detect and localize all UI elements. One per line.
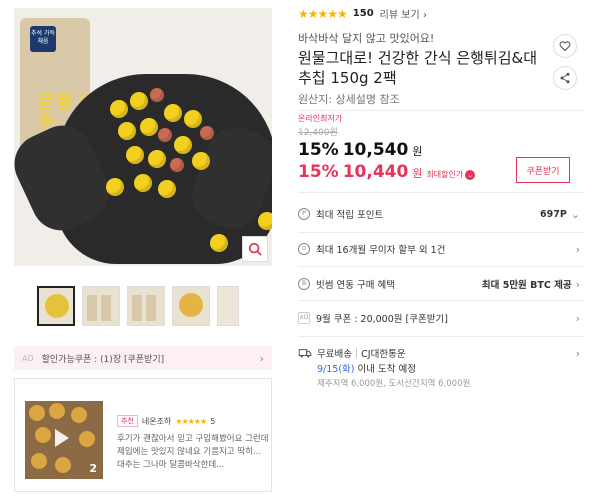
points-row[interactable]: P 최대 적립 포인트 697P ⌄ [298,202,580,226]
chevron-right-icon: › [575,242,580,256]
ginkgo-nut [126,146,144,164]
ginkgo-nut [148,150,166,168]
info-value: 최대 5만원 BTC 제공 [481,280,572,291]
share-icon [560,72,570,84]
divider [298,266,584,267]
ginkgo-nut [174,136,192,154]
rating-stars-icon: ★★★★★ [298,6,348,21]
divider [298,192,584,193]
delivery-date: 9/15(화) 이내 도착 예정 [317,364,417,375]
info-label: 9월 쿠폰 : 20,000원 [쿠폰받기] [316,314,448,325]
jujube-chip [170,158,184,172]
thumbnail-3[interactable] [127,286,165,326]
review-count: 150 [352,8,374,19]
jujube-chip [158,128,172,142]
ginkgo-nut [210,234,228,252]
chevron-right-icon: › [575,346,580,360]
review-link[interactable]: 리뷰 보기 › [380,6,427,21]
thumbnail-strip [37,286,239,326]
thumbnail-5[interactable] [217,286,239,326]
origin-info: 원산지: 상세설명 참조 [298,93,400,106]
review-meta: 추천 네온조하 ★★★★★ 5 [117,415,215,427]
media-count: 2 [89,462,97,475]
card-icon: ⊙ [298,243,310,255]
ad-tag: AD [22,353,34,363]
ginkgo-nut [134,174,152,192]
shipping-row: 무료배송 | CJ대한통운 › [298,345,580,361]
lowest-price-tag: 온라인최저가 [298,114,343,123]
divider [298,232,584,233]
recommend-badge: 추천 [117,415,138,427]
ginkgo-nut [184,110,202,128]
discount-price: 10,540 [342,140,409,160]
wishlist-button[interactable] [553,34,577,58]
original-price: 12,400원 [298,128,338,138]
product-title: 원물그대로! 건강한 간식 은행튀김&대추칩 150g 2팩 [298,49,538,87]
bithumb-row[interactable]: B 빗썸 연동 구매 혜택 최대 5만원 BTC 제공 › [298,272,580,296]
info-label: 최대 16개월 무이자 할부 외 1건 [316,245,446,256]
ginkgo-nut [140,118,158,136]
product-subtitle: 바삭바삭 달지 않고 맛있어요! [298,32,435,45]
share-button[interactable] [553,66,577,90]
zoom-button[interactable] [242,236,268,262]
review-video-thumbnail[interactable]: 2 [25,401,103,479]
thumbnail-4[interactable] [172,286,210,326]
shipping-type: 무료배송 [317,349,352,360]
shipping-info[interactable]: 무료배송 | CJ대한통운 › 9/15(화) 이내 도착 예정 제주지역 6,… [298,345,580,389]
chevron-down-icon: ⌄ [465,169,476,180]
bag-label: 추석 가득채움 [30,26,56,52]
chevron-right-icon: › [575,277,580,291]
shipping-carrier: CJ대한통운 [361,349,406,360]
chevron-right-icon: › [259,351,264,365]
max-discount-percent: 15% [298,162,339,182]
coupon-ad-bar[interactable]: AD 할인가능쿠폰 : (1)장 [쿠폰받기] › [14,346,272,370]
thumbnail-2[interactable] [82,286,120,326]
main-product-image[interactable]: 추석 가득채움 은행 대추 [14,8,272,266]
info-label: 빗썸 연동 구매 혜택 [316,280,395,291]
heart-icon [559,41,571,52]
ginkgo-nut [106,178,124,196]
chevron-right-icon: › [575,311,580,325]
play-icon [55,429,69,447]
max-discount-price-row: 15% 10,440 원 최대할인가 ⌄ [298,162,476,182]
divider [298,110,584,111]
coupon-ad-text: 할인가능쿠폰 : (1)장 [쿠폰받기] [41,354,165,365]
discount-percent: 15% [298,140,339,160]
discount-price-row: 15% 10,540 원 [298,140,422,160]
info-value: 697P [539,208,567,220]
max-discount-label[interactable]: 최대할인가 ⌄ [426,169,476,180]
review-score: 5 [210,416,216,426]
reviewer-name: 네온조하 [141,416,172,426]
coupon-button[interactable]: 쿠폰받기 [516,157,570,183]
ginkgo-nut [130,92,148,110]
magnifier-icon [248,242,262,256]
info-label: 최대 적립 포인트 [316,210,384,221]
rating-row: ★★★★★ 150 리뷰 보기 › [298,6,427,22]
jujube-chip [200,126,214,140]
review-text: 후기가 괜찮아서 믿고 구입해봤어요 그런데 제입에는 맛있지 않네요 기름지고… [117,434,269,470]
review-stars-icon: ★★★★★ [175,416,207,426]
ginkgo-nut [164,104,182,122]
divider [298,300,584,301]
ad-icon: AD [298,312,310,324]
ginkgo-nut [258,212,272,230]
shipping-extra-fees: 제주지역 6,000원, 도서산간지역 6,000원 [317,379,471,389]
jujube-chip [150,88,164,102]
thumbnail-1[interactable] [37,286,75,326]
truck-icon [298,349,312,358]
divider [298,336,584,337]
currency-unit: 원 [412,167,423,180]
coupon-row[interactable]: AD 9월 쿠폰 : 20,000원 [쿠폰받기] › [298,306,580,330]
ginkgo-nut [118,122,136,140]
bithumb-icon: B [298,278,310,290]
review-card[interactable]: 2 추천 네온조하 ★★★★★ 5 후기가 괜찮아서 믿고 구입해봤어요 그런데… [14,378,272,492]
chevron-down-icon: ⌄ [570,207,580,221]
points-icon: P [298,208,310,220]
ginkgo-nut [110,100,128,118]
ginkgo-nut [192,152,210,170]
currency-unit: 원 [412,145,423,158]
max-discount-price: 10,440 [342,162,409,182]
ginkgo-nut [158,180,176,198]
installment-row[interactable]: ⊙ 최대 16개월 무이자 할부 외 1건 › [298,237,580,261]
